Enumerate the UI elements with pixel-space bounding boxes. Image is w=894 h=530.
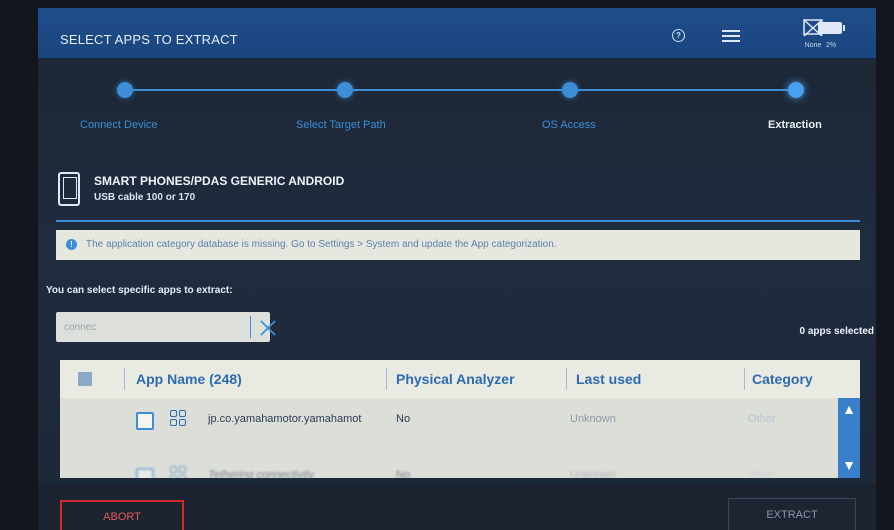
header-separator bbox=[744, 368, 745, 390]
table-scrollbar[interactable]: ▲ ▼ bbox=[838, 398, 860, 478]
search-input[interactable] bbox=[56, 312, 232, 342]
app-name: jp.co.yamahamotor.yamahamot bbox=[208, 413, 362, 425]
header-separator bbox=[386, 368, 387, 390]
select-apps-prompt: You can select specific apps to extract: bbox=[46, 285, 233, 296]
physical-analyzer-value: No bbox=[396, 413, 411, 425]
battery-level: 2% bbox=[825, 42, 837, 49]
category-value: Other bbox=[748, 469, 776, 478]
search-divider bbox=[250, 316, 251, 338]
step-label-select-target-path: Select Target Path bbox=[296, 119, 386, 131]
top-bar: SELECT APPS TO EXTRACT ? None 2% bbox=[38, 8, 876, 58]
table-row[interactable]: jp.co.yamahamotor.yamahamot No Unknown O… bbox=[60, 398, 840, 438]
device-title: SMART PHONES/PDAS GENERIC ANDROID bbox=[94, 174, 345, 188]
physical-analyzer-value: No bbox=[396, 469, 411, 478]
app-grid-icon bbox=[170, 466, 186, 478]
category-value: Other bbox=[748, 413, 776, 425]
extract-button[interactable]: EXTRACT bbox=[728, 498, 856, 530]
abort-button[interactable]: ABORT bbox=[60, 500, 184, 530]
header-physical-analyzer[interactable]: Physical Analyzer bbox=[396, 371, 515, 387]
header-app-name[interactable]: App Name (248) bbox=[136, 371, 242, 387]
apps-selected-count: 0 apps selected bbox=[799, 326, 874, 337]
phone-icon bbox=[58, 172, 80, 206]
alert-text: The application category database is mis… bbox=[86, 239, 557, 250]
chevron-up-icon[interactable]: ▲ bbox=[841, 402, 857, 416]
last-used-value: Unknown bbox=[570, 469, 616, 478]
app-grid-icon bbox=[170, 410, 186, 426]
device-connection: USB cable 100 or 170 bbox=[94, 192, 196, 203]
header-category[interactable]: Category bbox=[752, 371, 813, 387]
table-row[interactable]: Tethering connectivity No Unknown Other bbox=[60, 454, 840, 478]
clear-search-icon[interactable] bbox=[260, 320, 276, 336]
step-label-extraction: Extraction bbox=[768, 119, 822, 131]
step-label-os-access: OS Access bbox=[542, 119, 596, 131]
info-icon: ! bbox=[66, 239, 77, 250]
chevron-down-icon[interactable]: ▼ bbox=[841, 458, 857, 472]
row-checkbox[interactable] bbox=[136, 412, 154, 430]
last-used-value: Unknown bbox=[570, 413, 616, 425]
step-dot-extraction bbox=[788, 82, 804, 98]
header-separator bbox=[124, 368, 125, 390]
section-divider bbox=[56, 220, 860, 222]
table-header: App Name (248) Physical Analyzer Last us… bbox=[60, 360, 860, 398]
step-dot-connect-device bbox=[117, 82, 133, 98]
header-last-used[interactable]: Last used bbox=[576, 371, 641, 387]
help-icon[interactable]: ? bbox=[672, 29, 685, 42]
menu-icon[interactable] bbox=[722, 30, 740, 42]
stepper-line bbox=[124, 89, 796, 91]
alert-banner: ! The application category database is m… bbox=[56, 230, 860, 260]
page-title: SELECT APPS TO EXTRACT bbox=[60, 32, 238, 47]
header-separator bbox=[566, 368, 567, 390]
search-box bbox=[56, 312, 276, 342]
select-all-checkbox[interactable] bbox=[78, 372, 92, 386]
step-label-connect-device: Connect Device bbox=[80, 119, 158, 131]
bottom-bar: ABORT EXTRACT bbox=[38, 484, 876, 530]
app-name: Tethering connectivity bbox=[208, 469, 314, 478]
battery-icon bbox=[818, 22, 845, 34]
step-dot-select-target-path bbox=[337, 82, 353, 98]
apps-table: jp.co.yamahamotor.yamahamot No Unknown O… bbox=[60, 398, 860, 478]
row-checkbox[interactable] bbox=[136, 468, 154, 478]
step-dot-os-access bbox=[562, 82, 578, 98]
device-screen: SELECT APPS TO EXTRACT ? None 2% Connect… bbox=[38, 8, 876, 530]
